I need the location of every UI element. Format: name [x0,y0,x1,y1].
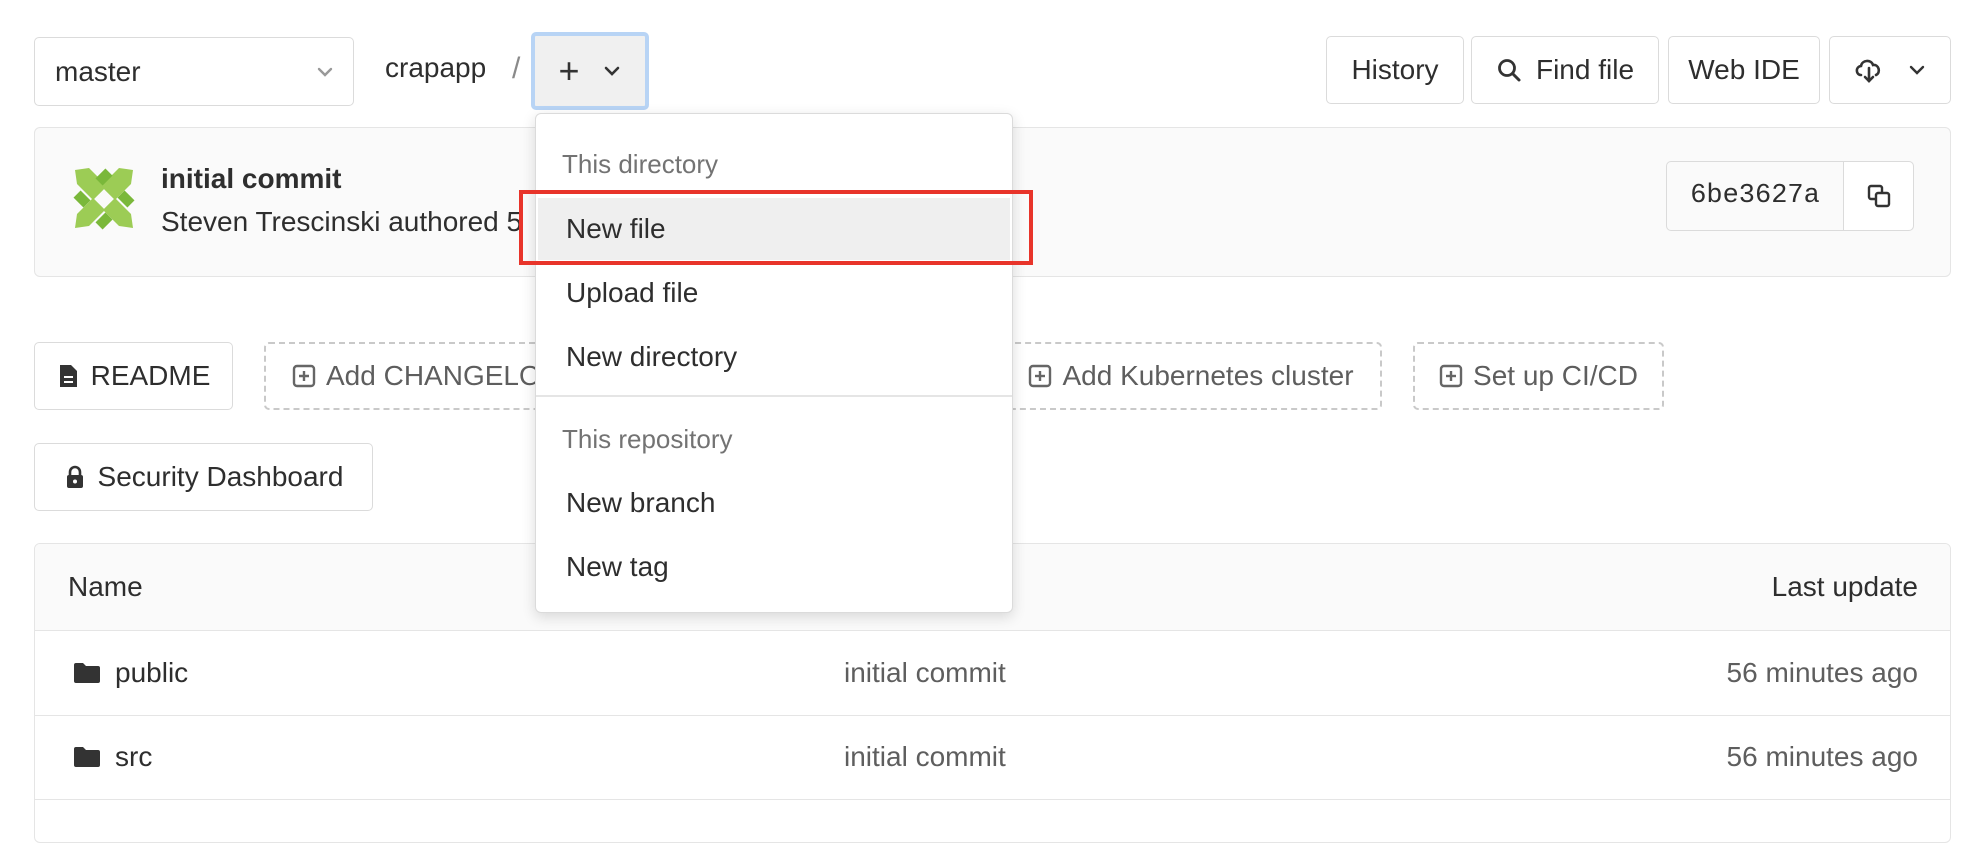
add-changelog-label: Add CHANGELO [326,360,541,391]
commit-message-cell[interactable]: initial commit [844,631,1006,715]
add-to-tree-dropdown: This directory New file Upload file New … [535,113,1013,613]
history-button[interactable]: History [1326,36,1464,104]
last-update-cell: 56 minutes ago [1726,657,1918,688]
add-kubernetes-cluster-button[interactable]: Add Kubernetes cluster [1000,342,1382,410]
cloud-download-icon [1853,56,1885,84]
file-name-cell[interactable]: src [73,715,152,799]
branch-select-value: master [55,55,141,87]
last-update-cell: 56 minutes ago [1726,741,1918,772]
security-dashboard-label: Security Dashboard [97,461,344,492]
web-ide-button[interactable]: Web IDE [1668,36,1820,104]
dropdown-item-new-file[interactable]: New file [538,198,1010,260]
add-to-tree-button[interactable]: + [531,32,649,110]
file-name: public [115,657,189,688]
branch-select[interactable]: master [34,37,354,106]
plus-square-icon [1439,364,1463,388]
table-row[interactable]: public initial commit 56 minutes ago [35,631,1950,716]
chevron-down-icon [1907,60,1927,80]
readme-label: README [90,360,211,391]
folder-icon [73,662,101,684]
chevron-down-icon [602,61,622,81]
web-ide-label: Web IDE [1688,54,1800,85]
search-icon [1496,57,1522,83]
history-button-label: History [1351,54,1439,85]
dropdown-section-repository: This repository [562,424,733,454]
dropdown-divider [536,395,1012,397]
add-kubernetes-cluster-label: Add Kubernetes cluster [1062,360,1354,391]
file-name: src [115,741,153,772]
dropdown-item-new-tag[interactable]: New tag [538,536,1010,598]
commit-sha[interactable]: 6be3627a [1667,162,1844,230]
column-header-name: Name [68,571,143,602]
dropdown-item-upload-file[interactable]: Upload file [538,262,1010,324]
dropdown-section-directory: This directory [562,149,719,179]
copy-icon [1866,183,1892,209]
file-name-cell[interactable]: public [73,631,188,715]
setup-cicd-button[interactable]: Set up CI/CD [1413,342,1664,410]
find-file-button[interactable]: Find file [1471,36,1659,104]
commit-title[interactable]: initial commit [161,163,341,195]
lock-icon [64,464,86,490]
plus-square-icon [292,364,316,388]
commit-message-cell[interactable]: initial commit [844,715,1006,799]
breadcrumb-project[interactable]: crapapp [385,52,486,84]
copy-sha-button[interactable] [1844,162,1913,230]
file-text-icon [57,363,79,389]
avatar[interactable] [69,164,139,234]
find-file-label: Find file [1535,54,1635,85]
dropdown-item-new-directory[interactable]: New directory [538,326,1010,388]
dropdown-item-new-branch[interactable]: New branch [538,472,1010,534]
setup-cicd-label: Set up CI/CD [1473,360,1638,391]
plus-icon: + [558,50,580,91]
folder-icon [73,746,101,768]
add-changelog-button[interactable]: Add CHANGELO [264,342,544,410]
commit-sha-group: 6be3627a [1666,161,1914,231]
table-row[interactable]: src initial commit 56 minutes ago [35,715,1950,800]
readme-button[interactable]: README [34,342,233,410]
chevron-down-icon [315,62,335,82]
security-dashboard-button[interactable]: Security Dashboard [34,443,373,511]
commit-author-line: Steven Trescinski authored 5 [161,206,523,237]
download-button[interactable] [1829,36,1951,104]
plus-square-icon [1028,364,1052,388]
breadcrumb-separator: / [512,52,521,85]
column-header-last-update: Last update [1771,571,1918,602]
